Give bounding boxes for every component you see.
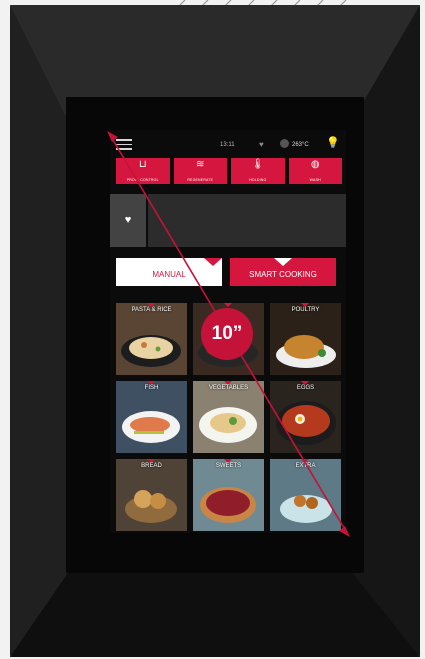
device-photo: 13:11 ♥ 263°C 💡 ⊔ PROG. CONTROL ≋ REGENE…	[0, 0, 425, 659]
screen-size-badge: 10”	[201, 308, 253, 360]
